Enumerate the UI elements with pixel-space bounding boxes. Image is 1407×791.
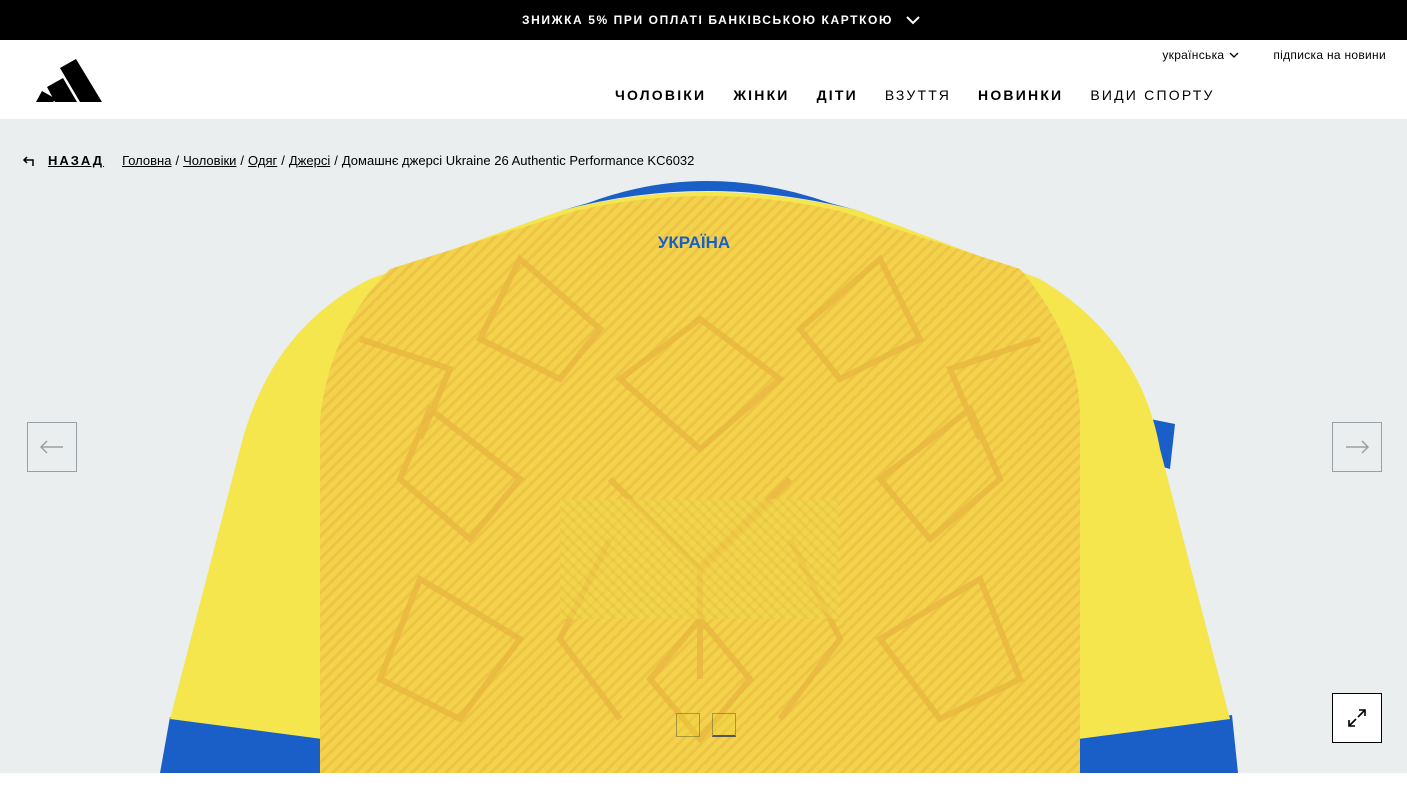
language-label: українська [1162,48,1225,62]
nav-item-sports[interactable]: ВИДИ СПОРТУ [1090,87,1214,103]
previous-image-button[interactable] [27,422,77,472]
breadcrumb-separator: / [240,153,245,168]
promo-bar[interactable]: ЗНИЖКА 5% ПРИ ОПЛАТІ БАНКІВСЬКОЮ КАРТКОЮ [0,0,1407,40]
breadcrumb-jerseys[interactable]: Джерсі [289,153,330,168]
thumbnail-1[interactable] [676,713,700,737]
back-arrow-icon[interactable] [22,155,36,167]
breadcrumb-separator: / [281,153,285,168]
promo-text: ЗНИЖКА 5% ПРИ ОПЛАТІ БАНКІВСЬКОЮ КАРТКОЮ [522,13,893,27]
nav-item-men[interactable]: ЧОЛОВІКИ [615,87,706,103]
image-thumbnails [676,713,736,737]
nav-item-women[interactable]: ЖІНКИ [733,87,789,103]
product-image: УКРАЇНА [160,181,1238,773]
jersey-label: УКРАЇНА [658,233,730,252]
adidas-logo[interactable] [36,58,108,102]
back-link[interactable]: НАЗАД [48,153,104,168]
zoom-button[interactable] [1332,693,1382,743]
product-gallery: УКРАЇНА НАЗАД Головна / Чоловіки / Одяг … [0,119,1407,773]
nav-item-shoes[interactable]: ВЗУТТЯ [885,87,951,103]
nav-item-new[interactable]: НОВИНКИ [978,87,1063,103]
main-nav: ЧОЛОВІКИ ЖІНКИ ДІТИ ВЗУТТЯ НОВИНКИ ВИДИ … [615,87,1242,103]
nav-item-kids[interactable]: ДІТИ [817,87,858,103]
breadcrumb-current: Домашнє джерсі Ukraine 26 Authentic Perf… [341,153,695,168]
chevron-down-icon [906,16,920,25]
thumbnail-2[interactable] [712,713,736,737]
page-bottom [0,773,1407,791]
breadcrumb-separator: / [175,153,180,168]
expand-icon [1348,709,1366,727]
breadcrumb-men[interactable]: Чоловіки [183,153,236,168]
arrow-left-icon [39,440,63,454]
next-image-button[interactable] [1332,422,1382,472]
newsletter-link[interactable]: підписка на новини [1273,48,1386,62]
arrow-right-icon [1346,440,1370,454]
site-header: українська підписка на новини ЧОЛОВІКИ Ж… [0,40,1407,119]
breadcrumb-home[interactable]: Головна [122,153,171,168]
breadcrumb-clothing[interactable]: Одяг [248,153,277,168]
breadcrumb: НАЗАД Головна / Чоловіки / Одяг / Джерсі… [22,153,694,168]
breadcrumb-separator: / [334,153,338,168]
chevron-down-icon [1229,52,1239,58]
utility-nav: українська підписка на новини [1162,48,1386,62]
language-selector[interactable]: українська [1162,48,1239,62]
newsletter-label: підписка на новини [1273,48,1386,62]
